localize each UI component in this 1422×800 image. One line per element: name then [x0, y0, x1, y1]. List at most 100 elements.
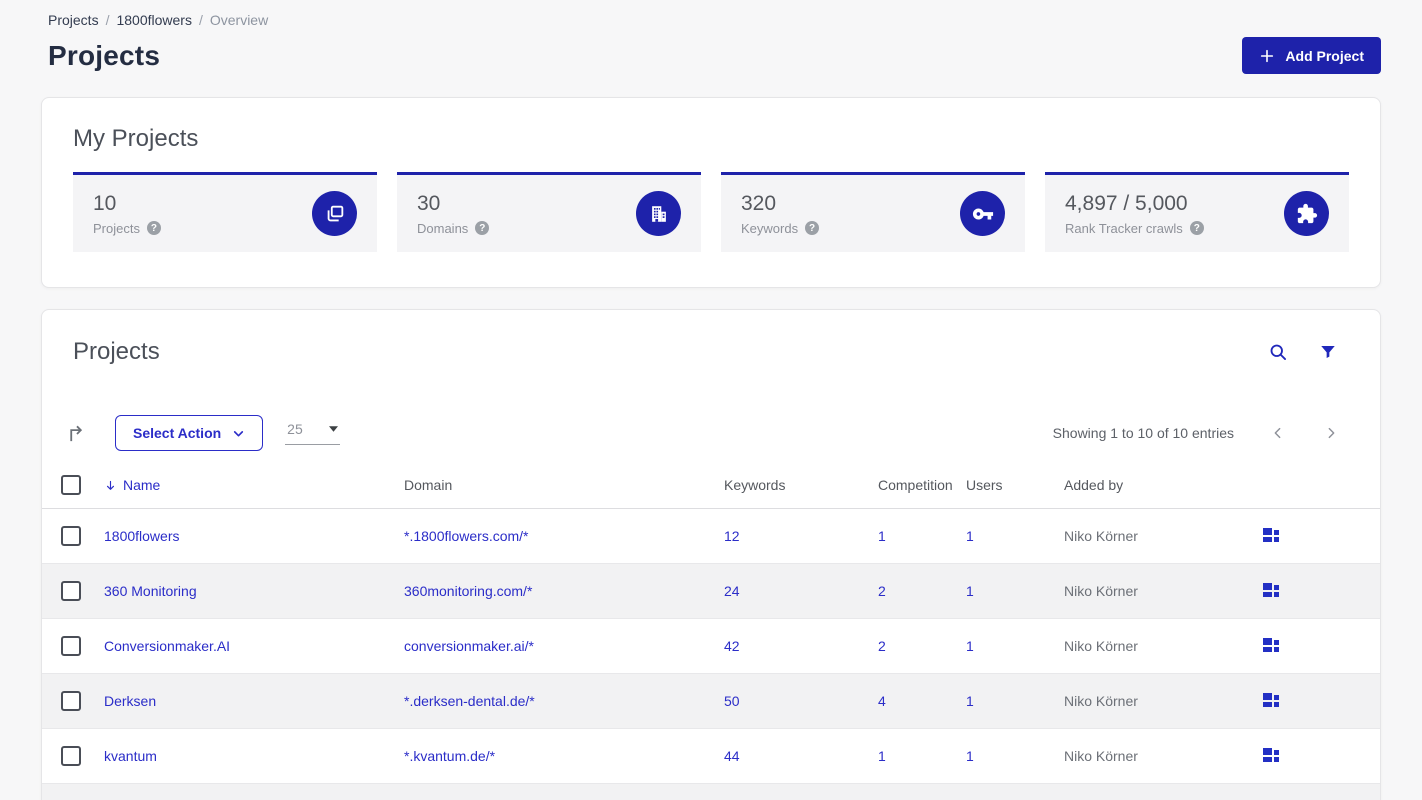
help-icon[interactable] — [475, 221, 490, 235]
project-domain-link[interactable]: *.derksen-dental.de/* — [404, 693, 535, 709]
table-row: 1800flowers *.1800flowers.com/* 12 1 1 N… — [42, 508, 1380, 563]
bulk-action-arrow-icon[interactable] — [65, 422, 88, 445]
keywords-count[interactable]: 42 — [724, 638, 740, 654]
dashboard-grid-icon[interactable] — [1263, 583, 1279, 598]
keywords-count[interactable]: 12 — [724, 528, 740, 544]
add-project-label: Add Project — [1285, 47, 1364, 64]
table-toolbar: Select Action 25 Showing 1 to 10 of 10 e… — [42, 415, 1380, 451]
breadcrumb-overview: Overview — [209, 12, 269, 28]
page-size-value: 25 — [287, 421, 303, 437]
column-header-competition[interactable]: Competition — [878, 463, 966, 508]
help-icon[interactable] — [1189, 221, 1204, 235]
breadcrumb: Projects / 1800flowers / Overview — [48, 12, 1381, 28]
chevron-right-icon[interactable] — [1323, 425, 1339, 441]
keywords-count[interactable]: 50 — [724, 693, 740, 709]
competition-count[interactable]: 4 — [878, 693, 886, 709]
breadcrumb-1800flowers[interactable]: 1800flowers — [116, 12, 192, 28]
added-by-value: Niko Körner — [1064, 747, 1138, 764]
breadcrumb-projects[interactable]: Projects — [48, 12, 99, 28]
users-count[interactable]: 1 — [966, 583, 974, 599]
stat-card-projects: 10 Projects — [73, 172, 377, 252]
row-checkbox[interactable] — [61, 635, 81, 656]
projects-table: Name Domain Keywords Competition Users A… — [42, 463, 1380, 783]
dashboard-grid-icon[interactable] — [1263, 528, 1279, 543]
stats-row: 10 Projects 30 Domain — [73, 172, 1349, 252]
project-name-link[interactable]: 1800flowers — [104, 528, 180, 544]
column-header-keywords[interactable]: Keywords — [724, 463, 878, 508]
table-row: Derksen *.derksen-dental.de/* 50 4 1 Nik… — [42, 673, 1380, 728]
users-count[interactable]: 1 — [966, 748, 974, 764]
dashboard-grid-icon[interactable] — [1263, 693, 1279, 708]
row-checkbox[interactable] — [61, 525, 81, 546]
keywords-count[interactable]: 44 — [724, 748, 740, 764]
table-row: 360 Monitoring 360monitoring.com/* 24 2 … — [42, 563, 1380, 618]
dashboard-grid-icon[interactable] — [1263, 638, 1279, 653]
page-size-select[interactable]: 25 — [285, 421, 341, 445]
competition-count[interactable]: 2 — [878, 638, 886, 654]
added-by-value: Niko Körner — [1064, 692, 1138, 709]
puzzle-icon — [1284, 191, 1329, 236]
column-header-added-by[interactable]: Added by — [1064, 463, 1263, 508]
stat-card-domains: 30 Domains — [397, 172, 701, 252]
chevron-left-icon[interactable] — [1270, 425, 1286, 441]
keywords-count[interactable]: 24 — [724, 583, 740, 599]
chevron-down-icon — [232, 427, 245, 440]
users-count[interactable]: 1 — [966, 693, 974, 709]
project-domain-link[interactable]: conversionmaker.ai/* — [404, 638, 534, 654]
row-checkbox[interactable] — [61, 745, 81, 766]
caret-down-icon — [329, 426, 339, 432]
projects-copy-icon — [312, 191, 357, 236]
stat-value-keywords: 320 — [741, 191, 777, 215]
users-count[interactable]: 1 — [966, 528, 974, 544]
table-row: kvantum *.kvantum.de/* 44 1 1 Niko Körne… — [42, 728, 1380, 783]
stat-label-projects: Projects — [93, 220, 140, 236]
project-name-link[interactable]: kvantum — [104, 748, 157, 764]
add-project-button[interactable]: Add Project — [1242, 37, 1381, 74]
filter-icon[interactable] — [1319, 343, 1337, 361]
stat-label-keywords: Keywords — [741, 220, 799, 236]
column-header-domain[interactable]: Domain — [404, 463, 724, 508]
row-checkbox[interactable] — [61, 690, 81, 711]
competition-count[interactable]: 1 — [878, 748, 886, 764]
select-action-label: Select Action — [133, 425, 222, 441]
building-icon — [636, 191, 681, 236]
stat-value-projects: 10 — [93, 191, 117, 215]
users-count[interactable]: 1 — [966, 638, 974, 654]
table-row: Conversionmaker.AI conversionmaker.ai/* … — [42, 618, 1380, 673]
search-icon[interactable] — [1268, 342, 1288, 362]
stat-card-rank-tracker: 4,897 / 5,000 Rank Tracker crawls — [1045, 172, 1349, 252]
showing-entries-text: Showing 1 to 10 of 10 entries — [1052, 425, 1234, 441]
competition-count[interactable]: 1 — [878, 528, 886, 544]
row-checkbox[interactable] — [61, 580, 81, 601]
partial-next-row — [42, 783, 1380, 800]
stat-label-rank-tracker: Rank Tracker crawls — [1065, 220, 1183, 236]
my-projects-panel: My Projects 10 Projects ? 30 Domains ? 3… — [41, 97, 1381, 288]
table-header-row: Name Domain Keywords Competition Users A… — [42, 463, 1380, 508]
select-action-dropdown[interactable]: Select Action — [115, 415, 264, 451]
stat-label-domains: Domains — [417, 220, 469, 236]
dashboard-grid-icon[interactable] — [1263, 748, 1279, 763]
my-projects-title: My Projects — [73, 125, 199, 152]
projects-panel: Projects Select Action 25 Showing 1 to 1… — [41, 309, 1381, 800]
column-header-users[interactable]: Users — [966, 463, 1064, 508]
added-by-value: Niko Körner — [1064, 637, 1138, 654]
help-icon[interactable] — [146, 221, 161, 235]
project-name-link[interactable]: 360 Monitoring — [104, 583, 197, 599]
project-domain-link[interactable]: 360monitoring.com/* — [404, 583, 532, 599]
projects-panel-title: Projects — [73, 338, 160, 365]
stat-card-keywords: 320 Keywords — [721, 172, 1025, 252]
help-icon[interactable] — [805, 221, 820, 235]
project-domain-link[interactable]: *.1800flowers.com/* — [404, 528, 529, 544]
column-header-name[interactable]: Name — [104, 477, 404, 493]
project-domain-link[interactable]: *.kvantum.de/* — [404, 748, 495, 764]
breadcrumb-separator: / — [105, 12, 110, 28]
project-name-link[interactable]: Conversionmaker.AI — [104, 638, 230, 654]
project-name-link[interactable]: Derksen — [104, 693, 156, 709]
added-by-value: Niko Körner — [1064, 527, 1138, 544]
page-header: Projects Add Project — [41, 37, 1381, 74]
added-by-value: Niko Körner — [1064, 582, 1138, 599]
plus-icon — [1259, 48, 1275, 64]
stat-value-rank-tracker: 4,897 / 5,000 — [1065, 191, 1188, 215]
select-all-checkbox[interactable] — [61, 475, 81, 496]
competition-count[interactable]: 2 — [878, 583, 886, 599]
